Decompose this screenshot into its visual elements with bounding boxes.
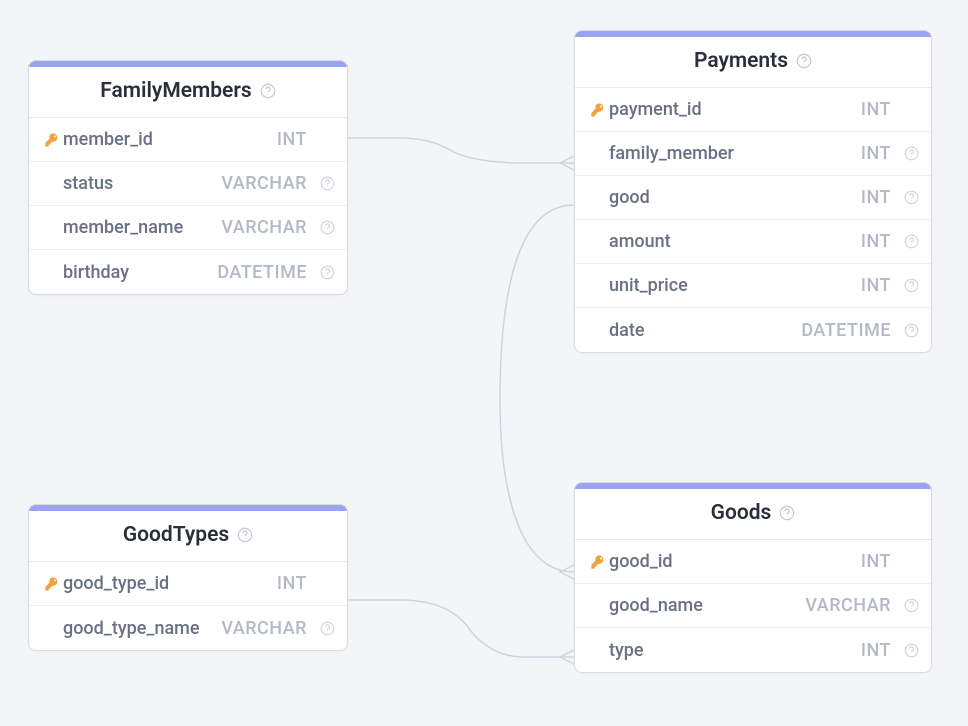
column-row[interactable]: goodINT [575, 176, 931, 220]
table-title: FamilyMembers [100, 79, 251, 103]
column-type: DATETIME [217, 262, 313, 283]
table-familymembers[interactable]: FamilyMembers member_idINTstatusVARCHARm… [28, 60, 348, 295]
help-icon[interactable] [904, 598, 919, 613]
help-icon[interactable] [904, 278, 919, 293]
table-header[interactable]: Payments [575, 37, 931, 88]
table-goods[interactable]: Goods good_idINTgood_nameVARCHARtypeINT [574, 482, 932, 673]
help-slot [313, 220, 335, 235]
help-slot [313, 176, 335, 191]
table-header[interactable]: Goods [575, 489, 931, 540]
table-rows: member_idINTstatusVARCHARmember_nameVARC… [29, 118, 347, 294]
column-type: INT [861, 640, 897, 661]
column-row[interactable]: good_idINT [575, 540, 931, 584]
column-type: INT [861, 99, 897, 120]
key-icon [44, 576, 60, 592]
key-icon [590, 102, 606, 118]
column-type: VARCHAR [221, 217, 313, 238]
table-title: Payments [694, 49, 788, 73]
help-icon[interactable] [320, 176, 335, 191]
table-header[interactable]: FamilyMembers [29, 67, 347, 118]
table-header[interactable]: GoodTypes [29, 511, 347, 562]
help-slot [313, 265, 335, 280]
help-icon[interactable] [320, 265, 335, 280]
column-row[interactable]: typeINT [575, 628, 931, 672]
column-name: good_type_id [63, 573, 277, 594]
column-name: good [609, 187, 861, 208]
column-name: good_name [609, 595, 805, 616]
table-rows: good_type_idINTgood_type_nameVARCHAR [29, 562, 347, 650]
help-slot [897, 234, 919, 249]
column-row[interactable]: good_type_nameVARCHAR [29, 606, 347, 650]
help-slot [897, 323, 919, 338]
help-icon[interactable] [904, 234, 919, 249]
column-type: INT [277, 573, 313, 594]
column-name: member_name [63, 217, 221, 238]
column-type: VARCHAR [221, 173, 313, 194]
primary-key-icon [41, 132, 63, 148]
column-type: INT [861, 231, 897, 252]
help-icon[interactable] [237, 527, 253, 543]
column-type: INT [277, 129, 313, 150]
column-type: INT [861, 551, 897, 572]
help-slot [897, 190, 919, 205]
help-icon[interactable] [796, 53, 812, 69]
table-goodtypes[interactable]: GoodTypes good_type_idINTgood_type_nameV… [28, 504, 348, 651]
column-type: INT [861, 187, 897, 208]
column-name: good_type_name [63, 618, 221, 639]
help-icon[interactable] [904, 323, 919, 338]
column-name: status [63, 173, 221, 194]
help-slot [897, 643, 919, 658]
table-title: Goods [711, 501, 772, 525]
column-row[interactable]: payment_idINT [575, 88, 931, 132]
help-icon[interactable] [320, 220, 335, 235]
primary-key-icon [587, 102, 609, 118]
column-row[interactable]: amountINT [575, 220, 931, 264]
help-slot [897, 146, 919, 161]
table-rows: good_idINTgood_nameVARCHARtypeINT [575, 540, 931, 672]
column-name: type [609, 640, 861, 661]
help-icon[interactable] [904, 146, 919, 161]
column-type: INT [861, 275, 897, 296]
help-slot [313, 621, 335, 636]
key-icon [590, 554, 606, 570]
column-type: VARCHAR [805, 595, 897, 616]
column-row[interactable]: unit_priceINT [575, 264, 931, 308]
column-row[interactable]: member_nameVARCHAR [29, 206, 347, 250]
column-row[interactable]: statusVARCHAR [29, 162, 347, 206]
column-row[interactable]: good_type_idINT [29, 562, 347, 606]
column-name: good_id [609, 551, 861, 572]
key-icon [44, 132, 60, 148]
help-icon[interactable] [779, 505, 795, 521]
help-slot [897, 598, 919, 613]
help-icon[interactable] [904, 190, 919, 205]
primary-key-icon [41, 576, 63, 592]
column-name: amount [609, 231, 861, 252]
column-row[interactable]: good_nameVARCHAR [575, 584, 931, 628]
column-type: DATETIME [801, 320, 897, 341]
table-title: GoodTypes [123, 523, 229, 547]
table-payments[interactable]: Payments payment_idINTfamily_memberINTgo… [574, 30, 932, 353]
column-type: INT [861, 143, 897, 164]
column-name: date [609, 320, 801, 341]
column-row[interactable]: birthdayDATETIME [29, 250, 347, 294]
primary-key-icon [587, 554, 609, 570]
column-name: payment_id [609, 99, 861, 120]
column-name: unit_price [609, 275, 861, 296]
help-icon[interactable] [904, 643, 919, 658]
help-icon[interactable] [320, 621, 335, 636]
column-row[interactable]: dateDATETIME [575, 308, 931, 352]
column-name: family_member [609, 143, 861, 164]
column-name: member_id [63, 129, 277, 150]
table-rows: payment_idINTfamily_memberINTgoodINTamou… [575, 88, 931, 352]
help-icon[interactable] [260, 83, 276, 99]
help-slot [897, 278, 919, 293]
column-row[interactable]: family_memberINT [575, 132, 931, 176]
column-type: VARCHAR [221, 618, 313, 639]
column-name: birthday [63, 262, 217, 283]
column-row[interactable]: member_idINT [29, 118, 347, 162]
